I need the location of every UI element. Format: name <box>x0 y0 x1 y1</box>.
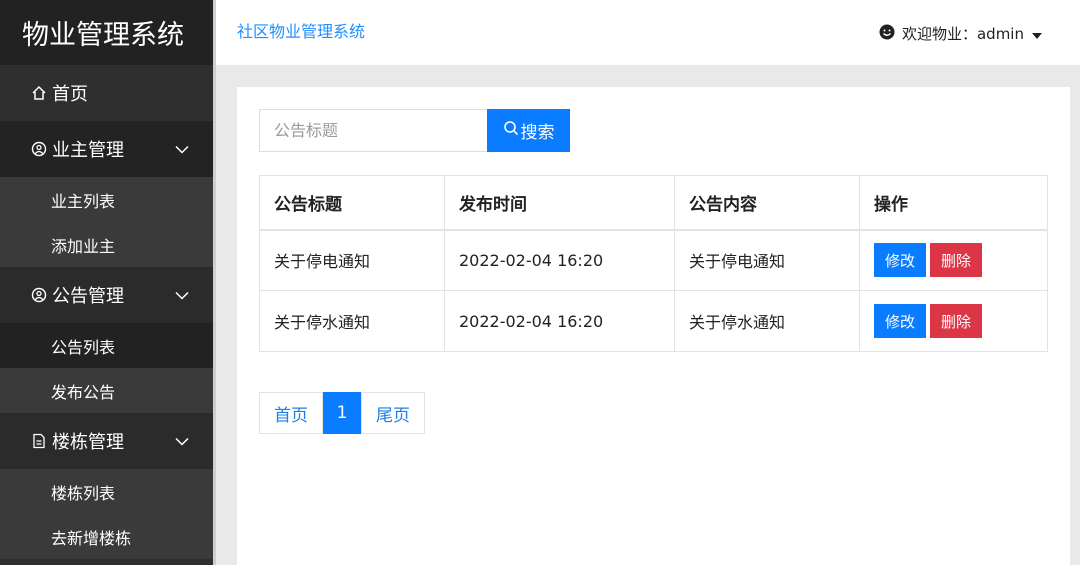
chevron-down-icon <box>175 139 189 160</box>
sidebar-group-notices[interactable]: 公告管理 <box>0 267 213 323</box>
cell-time: 2022-02-04 16:20 <box>444 229 675 291</box>
document-icon <box>30 432 48 450</box>
chevron-down-icon <box>175 285 189 306</box>
table-row: 关于停电通知 2022-02-04 16:20 关于停电通知 修改 删除 <box>259 229 1048 291</box>
user-menu[interactable]: 欢迎物业：admin <box>879 23 1042 44</box>
pager-last[interactable]: 尾页 <box>361 392 425 434</box>
chevron-down-icon <box>175 431 189 452</box>
sidebar-item-add-building[interactable]: 去新增楼栋 <box>0 514 213 559</box>
delete-button[interactable]: 删除 <box>930 304 982 338</box>
caret-down-icon <box>1032 25 1042 43</box>
sidebar-item-label: 首页 <box>52 84 88 105</box>
cell-time: 2022-02-04 16:20 <box>444 290 675 352</box>
sidebar-item-owner-list[interactable]: 业主列表 <box>0 177 213 222</box>
sidebar-group-label: 业主管理 <box>52 140 124 161</box>
edit-button[interactable]: 修改 <box>874 243 926 278</box>
cell-actions: 修改 删除 <box>859 290 1048 352</box>
page-title[interactable]: 社区物业管理系统 <box>237 18 365 42</box>
sidebar-item-add-owner[interactable]: 添加业主 <box>0 222 213 267</box>
cell-content: 关于停电通知 <box>674 229 860 291</box>
sidebar: 物业管理系统 首页 业主管理 业主列表 添加业主 公告管理 公告列表 发布公告 … <box>0 0 213 565</box>
column-header: 发布时间 <box>444 175 675 231</box>
column-header: 公告内容 <box>674 175 860 231</box>
sidebar-divider <box>213 0 216 565</box>
home-icon <box>30 84 48 102</box>
search-button-label: 搜索 <box>520 123 555 143</box>
notice-table: 公告标题 发布时间 公告内容 操作 关于停电通知 2022-02-04 16:2… <box>259 175 1048 352</box>
search-input[interactable] <box>259 109 487 152</box>
column-header: 操作 <box>859 175 1048 231</box>
column-header: 公告标题 <box>259 175 445 231</box>
app-brand: 物业管理系统 <box>0 0 213 65</box>
cell-title: 关于停电通知 <box>259 229 445 291</box>
search-bar: 搜索 <box>259 109 570 152</box>
main-card: 搜索 公告标题 发布时间 公告内容 操作 关于停电通知 2022-02-04 1… <box>237 87 1070 565</box>
sidebar-group-label: 公告管理 <box>52 286 124 307</box>
smiley-icon <box>879 24 895 44</box>
sidebar-item-publish-notice[interactable]: 发布公告 <box>0 368 213 413</box>
user-greeting: 欢迎物业：admin <box>901 25 1024 43</box>
sidebar-item-notice-list[interactable]: 公告列表 <box>0 323 213 368</box>
cell-content: 关于停水通知 <box>674 290 860 352</box>
search-icon <box>503 120 519 141</box>
user-circle-icon <box>30 140 48 158</box>
sidebar-item-building-list[interactable]: 楼栋列表 <box>0 469 213 514</box>
user-circle-icon <box>30 286 48 304</box>
cell-title: 关于停水通知 <box>259 290 445 352</box>
delete-button[interactable]: 删除 <box>930 243 982 278</box>
pager-current-page[interactable]: 1 <box>323 392 361 434</box>
sidebar-group-buildings[interactable]: 楼栋管理 <box>0 413 213 469</box>
sidebar-group-label: 楼栋管理 <box>52 432 124 453</box>
table-row: 关于停水通知 2022-02-04 16:20 关于停水通知 修改 删除 <box>259 290 1048 352</box>
search-button[interactable]: 搜索 <box>487 109 570 152</box>
cell-actions: 修改 删除 <box>859 229 1048 291</box>
pagination: 首页 1 尾页 <box>259 392 425 434</box>
pager-first[interactable]: 首页 <box>259 392 323 434</box>
table-header-row: 公告标题 发布时间 公告内容 操作 <box>259 175 1048 231</box>
sidebar-item-home[interactable]: 首页 <box>0 65 213 121</box>
header: 社区物业管理系统 欢迎物业：admin <box>216 0 1080 65</box>
edit-button[interactable]: 修改 <box>874 304 926 338</box>
sidebar-group-owners[interactable]: 业主管理 <box>0 121 213 177</box>
